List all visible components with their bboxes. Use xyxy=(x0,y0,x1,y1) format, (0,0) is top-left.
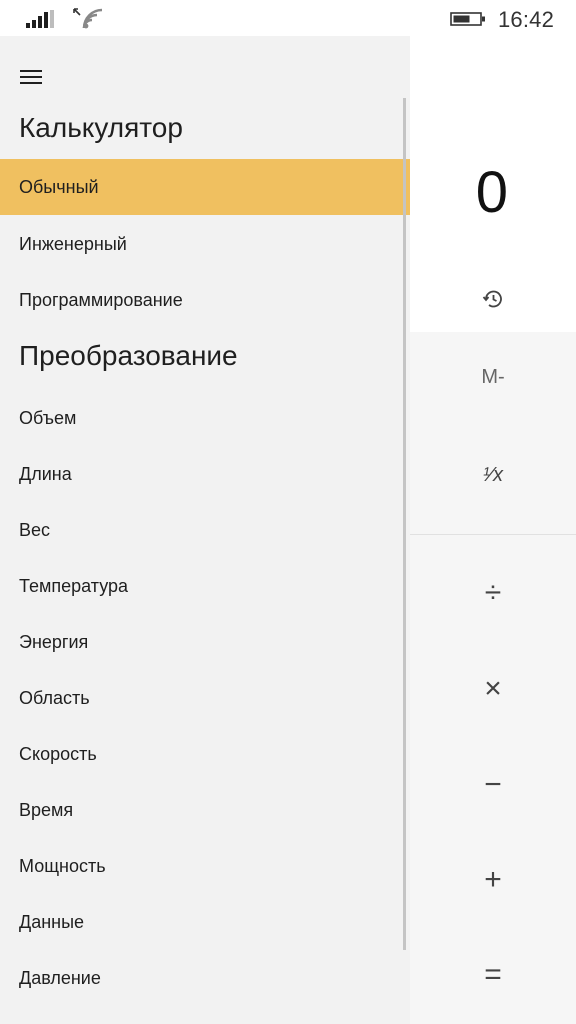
calculator-section-title: Калькулятор xyxy=(19,112,183,143)
nav-item-volume[interactable]: Объем xyxy=(0,390,410,446)
nav-item-area[interactable]: Область xyxy=(0,670,410,726)
nav-item-time[interactable]: Время xyxy=(0,782,410,838)
wifi-icon xyxy=(73,8,103,29)
nav-item-standard[interactable]: Обычный xyxy=(0,159,410,215)
equals-label: = xyxy=(484,958,502,991)
nav-item-speed[interactable]: Скорость xyxy=(0,726,410,782)
multiply-button[interactable]: × xyxy=(410,672,576,706)
nav-item-programmer[interactable]: Программирование xyxy=(0,272,410,328)
memory-subtract-button[interactable]: M- xyxy=(410,366,576,389)
nav-item-energy[interactable]: Энергия xyxy=(0,614,410,670)
nav-item-temperature[interactable]: Температура xyxy=(0,558,410,614)
cellular-signal-icon xyxy=(26,10,60,28)
divide-button[interactable]: ÷ xyxy=(410,576,576,610)
calculator-display: 0 xyxy=(410,36,576,332)
navigation-pane: Калькулятор Обычный Инженерный Программи… xyxy=(0,36,410,1024)
subtract-label: − xyxy=(484,768,502,801)
reciprocal-button[interactable]: ¹⁄x xyxy=(410,464,576,487)
nav-scrollbar[interactable] xyxy=(403,98,406,950)
reciprocal-label: ¹⁄x xyxy=(483,464,503,486)
nav-item-weight[interactable]: Вес xyxy=(0,502,410,558)
nav-item-scientific[interactable]: Инженерный xyxy=(0,216,410,272)
equals-button[interactable]: = xyxy=(410,958,576,992)
add-label: + xyxy=(484,863,502,896)
battery-icon xyxy=(450,12,485,26)
subtract-button[interactable]: − xyxy=(410,768,576,802)
multiply-label: × xyxy=(484,672,502,705)
display-value: 0 xyxy=(475,160,508,225)
history-button[interactable] xyxy=(480,286,506,312)
status-time: 16:42 xyxy=(498,7,555,32)
memory-subtract-label: M- xyxy=(481,366,505,388)
nav-item-power[interactable]: Мощность xyxy=(0,838,410,894)
converter-section-title: Преобразование xyxy=(19,340,238,371)
hamburger-menu-icon[interactable] xyxy=(20,69,42,85)
keypad-divider xyxy=(410,534,576,535)
add-button[interactable]: + xyxy=(410,863,576,897)
history-icon xyxy=(482,290,502,308)
status-bar: 16:42 xyxy=(0,0,576,36)
nav-item-length[interactable]: Длина xyxy=(0,446,410,502)
calculator-panel: 0 M- ¹⁄x ÷ × − + = xyxy=(410,36,576,1024)
divide-label: ÷ xyxy=(484,576,502,609)
nav-item-pressure[interactable]: Давление xyxy=(0,950,410,1006)
nav-item-data[interactable]: Данные xyxy=(0,894,410,950)
